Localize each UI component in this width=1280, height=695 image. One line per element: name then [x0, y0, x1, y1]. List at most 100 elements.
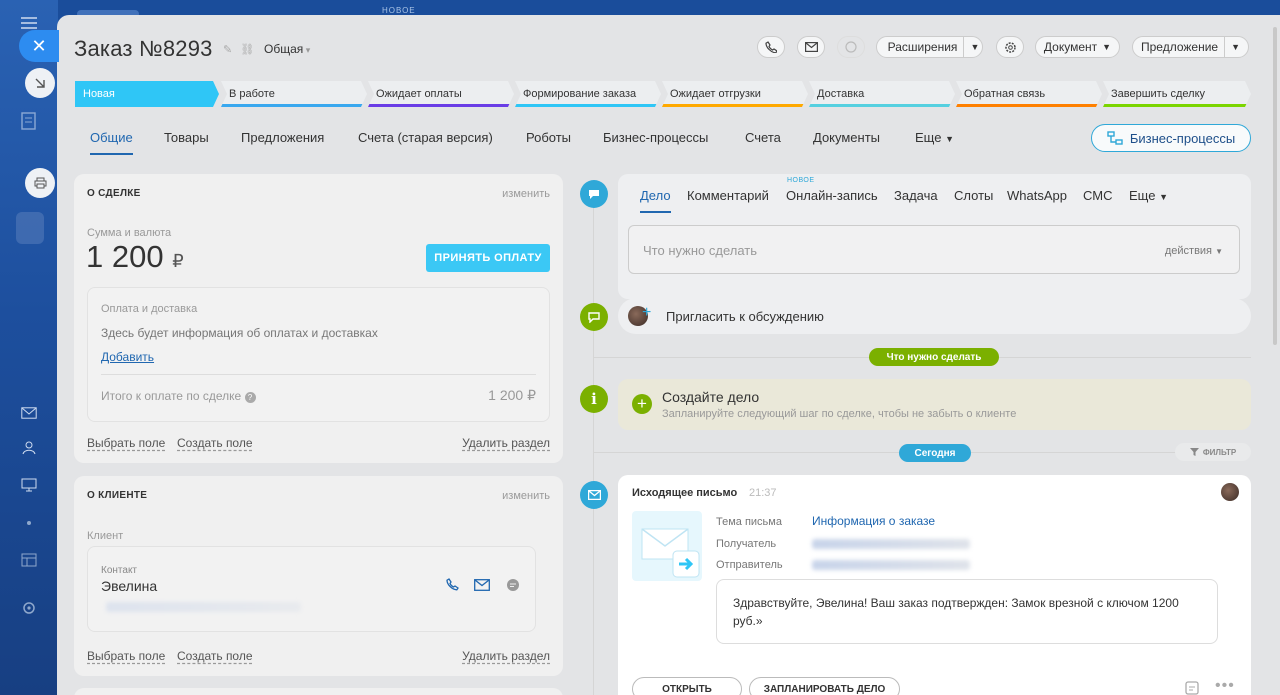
stage-label: Обратная связь	[964, 88, 1046, 100]
envelope-icon[interactable]	[474, 579, 490, 591]
activity-tab-whatsapp[interactable]: WhatsApp	[1007, 188, 1067, 203]
choose-field-link[interactable]: Выбрать поле	[87, 436, 165, 450]
minimize-icon	[34, 77, 46, 89]
activity-tab-todo[interactable]: Задача	[894, 188, 938, 203]
stage-delivery[interactable]: Доставка	[809, 81, 955, 107]
email-envelope-icon	[632, 511, 702, 581]
activity-tab-more-label: Еще	[1129, 188, 1156, 203]
contact-block: Контакт Эвелина	[87, 546, 536, 632]
document-label: Документ	[1043, 40, 1098, 54]
choose-field-link[interactable]: Выбрать поле	[87, 649, 165, 663]
sites-icon[interactable]	[14, 545, 44, 575]
invite-discussion-row[interactable]: + Пригласить к обсуждению	[618, 298, 1251, 334]
payment-delivery-info: Здесь будет информация об оплатах и дост…	[101, 326, 378, 340]
client-card-edit-link[interactable]: изменить	[502, 490, 550, 502]
sender-label: Отправитель	[716, 559, 783, 571]
next-card-edge	[74, 688, 563, 695]
sidebar-active-crm[interactable]	[16, 212, 44, 244]
tab-invoices-old[interactable]: Счета (старая версия)	[358, 130, 493, 145]
phone-icon[interactable]	[446, 578, 460, 592]
amount-value: 1 200 ₽	[86, 239, 184, 275]
mail-icon[interactable]	[14, 398, 44, 428]
actions-dropdown[interactable]: действия ▼	[1165, 245, 1223, 257]
contacts-icon[interactable]	[14, 433, 44, 463]
new-badge: НОВОЕ	[787, 177, 815, 184]
chat-icon[interactable]	[506, 578, 520, 592]
more-dots-icon[interactable]: •••	[1215, 677, 1235, 695]
activity-input[interactable]: Что нужно сделать действия ▼	[628, 225, 1240, 274]
stage-label: В работе	[229, 88, 275, 100]
stage-in-progress[interactable]: В работе	[221, 81, 367, 107]
stage-awaiting-payment[interactable]: Ожидает оплаты	[368, 81, 514, 107]
category-selector[interactable]: Общая	[264, 42, 310, 56]
deal-card-edit-link[interactable]: изменить	[502, 188, 550, 200]
help-icon[interactable]: ?	[244, 392, 256, 403]
copy-link-icon[interactable]: ⛓	[240, 44, 254, 56]
document-button[interactable]: Документ ▼	[1035, 36, 1120, 58]
stage-finish-deal[interactable]: Завершить сделку	[1103, 81, 1251, 107]
scrollbar[interactable]	[1273, 27, 1277, 345]
minimize-slider-button[interactable]	[25, 68, 55, 98]
activity-tab-sms[interactable]: СМС	[1083, 188, 1112, 203]
settings-button[interactable]	[996, 36, 1024, 58]
create-field-link[interactable]: Создать поле	[177, 649, 253, 663]
edit-pencil-icon[interactable]: ✎	[223, 44, 232, 56]
page-title: Заказ №8293	[74, 36, 213, 61]
stage-new[interactable]: Новая	[75, 81, 219, 107]
stage-label: Формирование заказа	[523, 88, 637, 100]
stage-awaiting-shipment[interactable]: Ожидает отгрузки	[662, 81, 808, 107]
close-slider-button[interactable]: ✕	[19, 30, 59, 62]
subject-label: Тема письма	[716, 516, 782, 528]
business-process-icon	[1107, 131, 1123, 145]
tab-invoices[interactable]: Счета	[745, 130, 781, 145]
activity-tab-more[interactable]: Еще ▼	[1129, 188, 1168, 203]
chat-button[interactable]	[837, 36, 865, 58]
tab-more[interactable]: Еще ▼	[915, 130, 954, 145]
stage-feedback[interactable]: Обратная связь	[956, 81, 1102, 107]
monitor-icon[interactable]	[14, 470, 44, 500]
proposal-button[interactable]: Предложение ▼	[1132, 36, 1249, 58]
more-apps-icon[interactable]	[14, 508, 44, 538]
deal-slider-panel: Заказ №8293 ✎ ⛓ Общая Расширения ▼ Докуме…	[57, 15, 1280, 695]
settings-icon[interactable]	[14, 593, 44, 623]
delete-section-link[interactable]: Удалить раздел	[462, 436, 550, 450]
add-payment-link[interactable]: Добавить	[101, 350, 154, 364]
tab-robots[interactable]: Роботы	[526, 130, 571, 145]
email-title: Исходящее письмо	[632, 487, 738, 499]
tasks-icon[interactable]	[18, 110, 40, 132]
print-button[interactable]	[25, 168, 55, 198]
comment-timeline-icon	[580, 303, 608, 331]
contact-name[interactable]: Эвелина	[101, 578, 157, 594]
extensions-button[interactable]: Расширения ▼	[876, 36, 983, 58]
chevron-down-icon: ▼	[1159, 192, 1168, 202]
note-icon[interactable]	[1185, 681, 1199, 695]
amount-label: Сумма и валюта	[87, 227, 172, 239]
stage-order-forming[interactable]: Формирование заказа	[515, 81, 661, 107]
create-task-card[interactable]: + Создайте дело Запланируйте следующий ш…	[618, 379, 1251, 430]
activity-tab-task[interactable]: Дело	[640, 188, 671, 203]
activity-tab-booking[interactable]: Онлайн-запись	[786, 188, 878, 203]
contact-details-blurred	[106, 602, 301, 612]
tab-business-processes[interactable]: Бизнес-процессы	[603, 130, 708, 145]
total-label: Итого к оплате по сделке ?	[101, 389, 256, 403]
business-processes-button[interactable]: Бизнес-процессы	[1091, 124, 1251, 152]
proposal-label: Предложение	[1140, 40, 1219, 54]
today-pill: Сегодня	[899, 444, 971, 462]
filter-button[interactable]: ФИЛЬТР	[1175, 443, 1251, 461]
tab-proposals[interactable]: Предложения	[241, 130, 324, 145]
tab-general[interactable]: Общие	[90, 130, 133, 155]
accept-payment-button[interactable]: ПРИНЯТЬ ОПЛАТУ	[426, 244, 550, 272]
plus-circle-icon: +	[632, 394, 652, 414]
email-button[interactable]	[797, 36, 825, 58]
open-email-button[interactable]: ОТКРЫТЬ	[632, 677, 742, 695]
schedule-task-button[interactable]: ЗАПЛАНИРОВАТЬ ДЕЛО	[749, 677, 900, 695]
author-avatar[interactable]	[1221, 483, 1239, 501]
activity-tab-slots[interactable]: Слоты	[954, 188, 993, 203]
tab-documents[interactable]: Документы	[813, 130, 880, 145]
activity-tab-comment[interactable]: Комментарий	[687, 188, 769, 203]
delete-section-link[interactable]: Удалить раздел	[462, 649, 550, 663]
subject-link[interactable]: Информация о заказе	[812, 514, 935, 528]
tab-products[interactable]: Товары	[164, 130, 209, 145]
create-field-link[interactable]: Создать поле	[177, 436, 253, 450]
call-button[interactable]	[757, 36, 785, 58]
